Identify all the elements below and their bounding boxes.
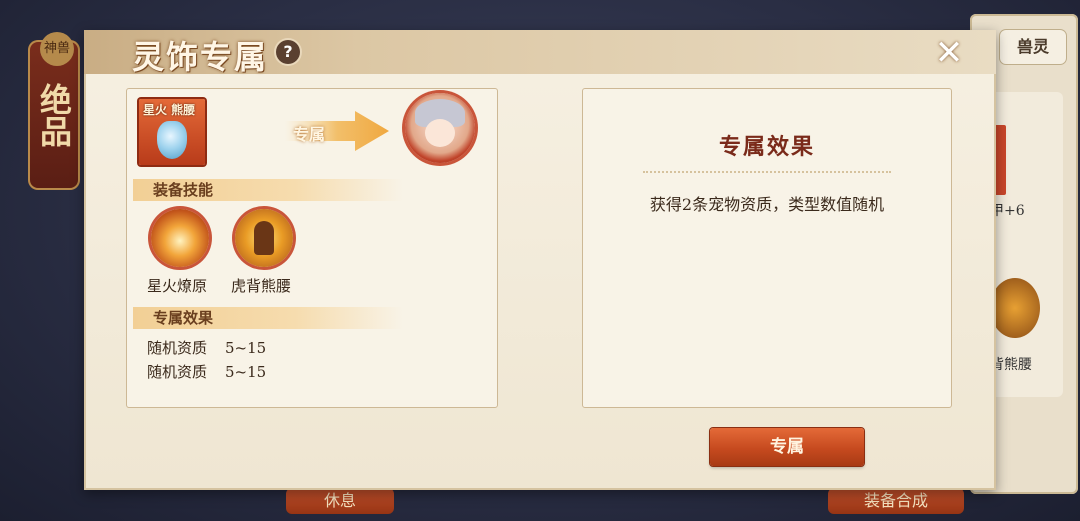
stat-label: 随机资质 [147,363,208,381]
close-icon[interactable]: ✕ [932,36,966,70]
exclusive-accessory-dialog: 灵饰专属 ? ✕ 星火 熊腰 专属 装备技能 星火燎原 虎背熊腰 专属效果 随机… [84,30,996,490]
strong-figure-icon[interactable] [235,209,293,267]
stat-label: 随机资质 [147,339,208,357]
arrow-label: 专属 [293,125,326,144]
exclusive-effect-description: 获得2条宠物资质，类型数值随机 [649,195,885,214]
background-card-text-2: 背熊腰 [990,357,1032,373]
background-skill-icon [990,278,1040,338]
stat-value: 5~15 [225,363,267,381]
pet-avatar[interactable] [405,93,475,163]
pendant-icon [157,121,187,159]
background-equip-synthesis-button[interactable]: 装备合成 [828,488,964,514]
divider [643,171,891,173]
exclusive-effect-panel: 专属效果 获得2条宠物资质，类型数值随机 [582,88,952,408]
exclusive-button[interactable]: 专属 [710,428,864,466]
exclusive-effect-header: 专属效果 [133,307,403,329]
accessory-info-panel: 星火 熊腰 专属 装备技能 星火燎原 虎背熊腰 专属效果 随机资质 5~15 随… [126,88,498,408]
avatar-face [425,119,455,147]
dialog-title: 灵饰专属 [132,38,269,76]
help-icon[interactable]: ? [276,40,300,64]
background-category-badge: 神兽 [40,32,74,66]
stat-value: 5~15 [225,339,267,357]
exclusive-effect-title: 专属效果 [718,134,815,160]
skill-label-1: 星火燎原 [147,277,208,295]
equip-skills-header: 装备技能 [133,179,403,201]
accessory-item-slot[interactable]: 星火 熊腰 [139,99,205,165]
stat-row: 随机资质 5~15 [147,361,266,382]
equip-skills-heading: 装备技能 [153,181,214,199]
flame-burst-icon[interactable] [151,209,209,267]
exclusive-effect-heading: 专属效果 [153,309,214,327]
tab-beast-spirit[interactable]: 兽灵 [1000,30,1066,64]
background-rest-button[interactable]: 休息 [286,488,394,514]
skill-label-2: 虎背熊腰 [231,277,292,295]
accessory-item-name: 星火 熊腰 [143,103,196,117]
stat-row: 随机资质 5~15 [147,337,266,358]
figure-silhouette [254,221,274,255]
